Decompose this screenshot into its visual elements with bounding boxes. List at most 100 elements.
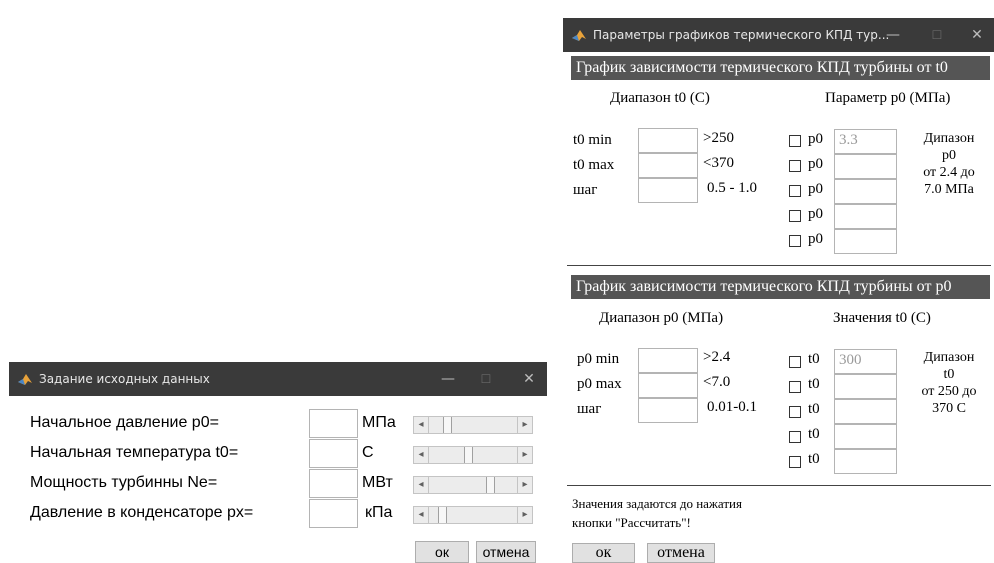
maximize-icon[interactable]: ☐ xyxy=(925,24,949,46)
row-label: Начальная температура t0= xyxy=(30,444,239,461)
title-bar[interactable]: Задание исходных данных — ☐ ✕ xyxy=(9,362,547,396)
note-line: Дипазон xyxy=(923,350,975,365)
t0-checkbox[interactable] xyxy=(789,381,801,393)
ok-button[interactable]: ок xyxy=(415,541,469,563)
p0-value-input[interactable]: 3.3 xyxy=(834,129,897,154)
slider-thumb[interactable] xyxy=(443,417,452,433)
minimize-icon[interactable]: — xyxy=(436,368,460,390)
slider-right-arrow-icon[interactable]: ▸ xyxy=(517,507,532,523)
cancel-button[interactable]: отмена xyxy=(476,541,536,563)
range-hint: <7.0 xyxy=(703,374,731,390)
temperature-t0-slider[interactable]: ◂ ▸ xyxy=(413,446,533,464)
t0-checkbox[interactable] xyxy=(789,356,801,368)
footnote-line: Значения задаются до нажатия xyxy=(572,496,742,511)
footnote: Значения задаются до нажатия кнопки "Рас… xyxy=(572,494,742,532)
param-label: t0 xyxy=(808,401,820,417)
p0-range-note: Дипазон p0 от 2.4 до 7.0 МПа xyxy=(909,130,989,198)
slider-thumb[interactable] xyxy=(464,447,473,463)
slider-left-arrow-icon[interactable]: ◂ xyxy=(414,507,429,523)
p0-checkbox[interactable] xyxy=(789,160,801,172)
range-hint: 0.5 - 1.0 xyxy=(707,180,757,196)
slider-left-arrow-icon[interactable]: ◂ xyxy=(414,417,429,433)
range-hint: 0.01-0.1 xyxy=(707,399,757,415)
close-icon[interactable]: ✕ xyxy=(517,368,541,390)
slider-left-arrow-icon[interactable]: ◂ xyxy=(414,447,429,463)
t0-checkbox[interactable] xyxy=(789,431,801,443)
p0-min-input[interactable] xyxy=(638,348,698,373)
t0-value-input[interactable]: 300 xyxy=(834,349,897,374)
t0-value-input[interactable] xyxy=(834,424,897,449)
row-unit: МПа xyxy=(362,414,396,431)
t0-step-input[interactable] xyxy=(638,178,698,203)
range-row-label: p0 max xyxy=(577,376,622,392)
maximize-icon[interactable]: ☐ xyxy=(474,368,498,390)
close-icon[interactable]: ✕ xyxy=(965,24,989,46)
note-line: 370 С xyxy=(932,401,966,416)
slider-thumb[interactable] xyxy=(486,477,495,493)
param-label: p0 xyxy=(808,206,823,222)
t0-value-input[interactable] xyxy=(834,399,897,424)
slider-left-arrow-icon[interactable]: ◂ xyxy=(414,477,429,493)
param-label: p0 xyxy=(808,131,823,147)
p0-checkbox[interactable] xyxy=(789,210,801,222)
note-line: 7.0 МПа xyxy=(924,182,974,197)
note-line: p0 xyxy=(942,148,956,163)
initial-data-window: Задание исходных данных — ☐ ✕ Начальное … xyxy=(9,362,547,563)
slider-thumb[interactable] xyxy=(438,507,447,523)
p0-max-input[interactable] xyxy=(638,373,698,398)
temperature-t0-input[interactable] xyxy=(309,439,358,468)
power-ne-slider[interactable]: ◂ ▸ xyxy=(413,476,533,494)
row-unit: МВт xyxy=(362,474,393,491)
note-line: t0 xyxy=(943,367,955,382)
section-divider xyxy=(567,265,991,266)
slider-right-arrow-icon[interactable]: ▸ xyxy=(517,417,532,433)
pressure-p0-input[interactable] xyxy=(309,409,358,438)
condenser-px-slider[interactable]: ◂ ▸ xyxy=(413,506,533,524)
p0-checkbox[interactable] xyxy=(789,185,801,197)
t0-checkbox[interactable] xyxy=(789,456,801,468)
t0-value-input[interactable] xyxy=(834,374,897,399)
row-label: Мощность турбинны Ne= xyxy=(30,474,218,491)
param-label: t0 xyxy=(808,426,820,442)
slider-right-arrow-icon[interactable]: ▸ xyxy=(517,477,532,493)
section2-range-header: Диапазон p0 (МПа) xyxy=(599,310,724,326)
cancel-button[interactable]: отмена xyxy=(647,543,715,563)
pressure-p0-slider[interactable]: ◂ ▸ xyxy=(413,416,533,434)
t0-max-input[interactable] xyxy=(638,153,698,178)
range-row-label: шаг xyxy=(577,401,602,417)
condenser-px-input[interactable] xyxy=(309,499,358,528)
param-label: p0 xyxy=(808,156,823,172)
range-hint: <370 xyxy=(703,155,734,171)
t0-checkbox[interactable] xyxy=(789,406,801,418)
note-line: от 2.4 до xyxy=(923,165,975,180)
param-label: t0 xyxy=(808,451,820,467)
p0-value-input[interactable] xyxy=(834,204,897,229)
p0-checkbox[interactable] xyxy=(789,235,801,247)
section1-banner: График зависимости термического КПД турб… xyxy=(571,56,990,80)
section1-param-header: Параметр p0 (МПа) xyxy=(825,90,951,106)
section-divider xyxy=(567,485,991,486)
ok-button[interactable]: ок xyxy=(572,543,635,563)
p0-value-input[interactable] xyxy=(834,154,897,179)
section2-param-header: Значения t0 (С) xyxy=(833,310,931,326)
t0-range-note: Дипазон t0 от 250 до 370 С xyxy=(909,349,989,417)
row-label: Начальное давление p0= xyxy=(30,414,219,431)
range-hint: >2.4 xyxy=(703,349,731,365)
param-label: t0 xyxy=(808,376,820,392)
row-unit: кПа xyxy=(365,504,393,521)
section2-banner: График зависимости термического КПД турб… xyxy=(571,275,990,299)
power-ne-input[interactable] xyxy=(309,469,358,498)
t0-min-input[interactable] xyxy=(638,128,698,153)
title-bar[interactable]: Параметры графиков термического КПД тур.… xyxy=(563,18,994,52)
minimize-icon[interactable]: — xyxy=(881,24,905,46)
slider-right-arrow-icon[interactable]: ▸ xyxy=(517,447,532,463)
p0-checkbox[interactable] xyxy=(789,135,801,147)
row-label: Давление в конденсаторе px= xyxy=(30,504,254,521)
row-unit: С xyxy=(362,444,374,461)
p0-value-input[interactable] xyxy=(834,179,897,204)
t0-value-input[interactable] xyxy=(834,449,897,474)
window-title: Параметры графиков термического КПД тур.… xyxy=(593,28,890,42)
p0-step-input[interactable] xyxy=(638,398,698,423)
range-row-label: шаг xyxy=(573,182,598,198)
p0-value-input[interactable] xyxy=(834,229,897,254)
